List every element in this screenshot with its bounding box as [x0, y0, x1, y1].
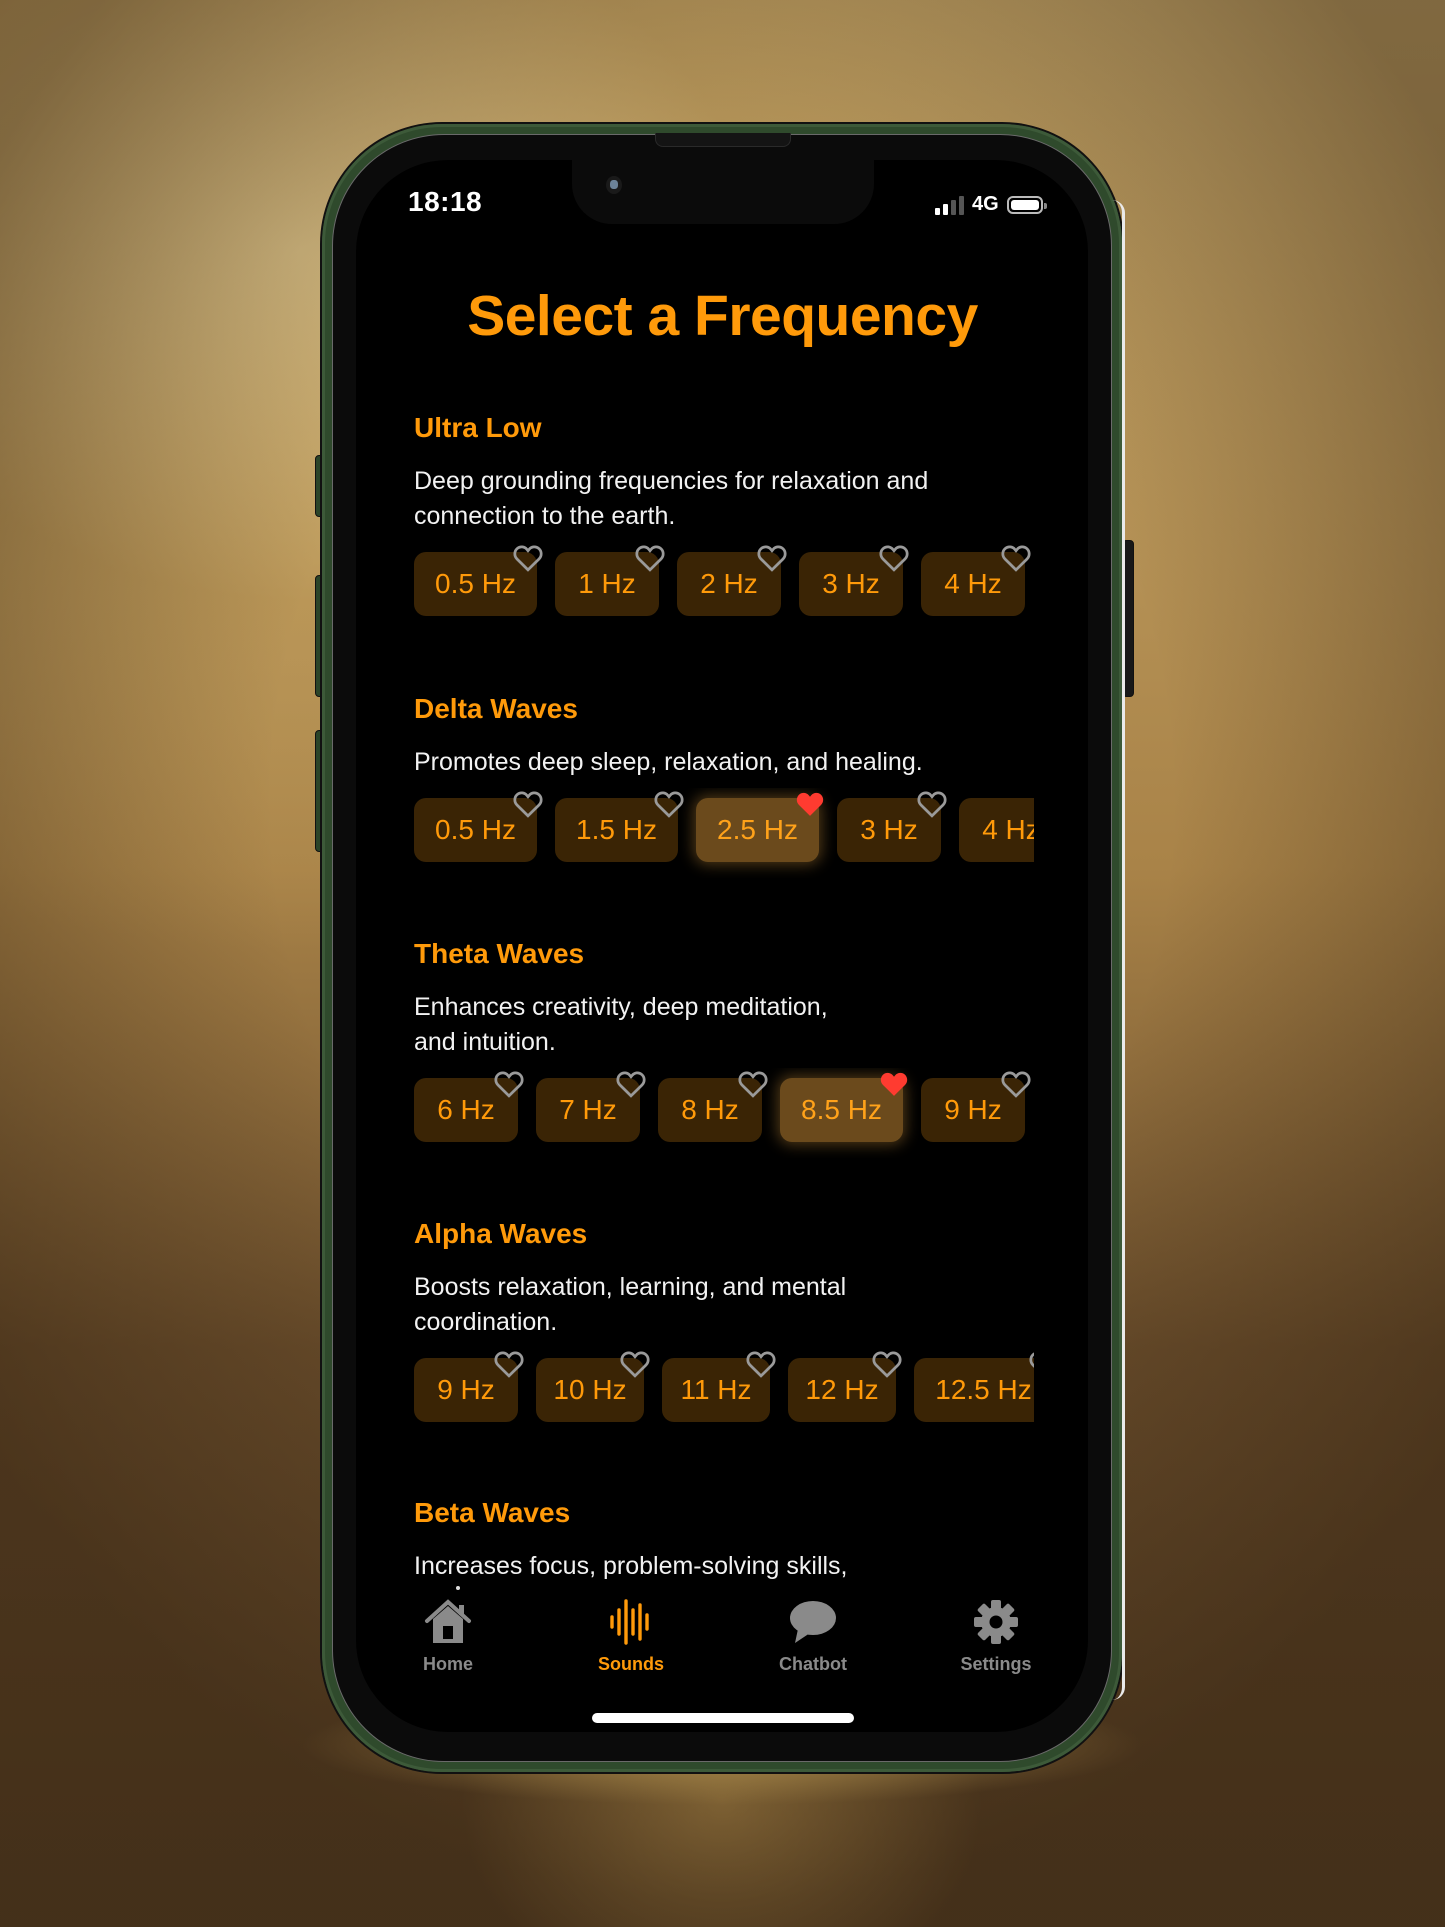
heart-outline-icon[interactable] [917, 790, 947, 818]
frequency-chip-row[interactable]: 6 Hz 7 Hz 8 Hz 8.5 Hz 9 Hz [414, 1071, 1034, 1148]
heart-outline-icon[interactable] [1001, 544, 1031, 572]
section-description: Deep grounding frequencies for relaxatio… [414, 464, 1034, 534]
frequency-label: 3 Hz [822, 568, 880, 599]
section-title: Ultra Low [414, 412, 542, 443]
heart-outline-icon[interactable] [879, 544, 909, 572]
tab-bar: Home Sounds Chatbot Settings [356, 1598, 1088, 1688]
status-indicators: 4G [935, 193, 1047, 216]
chip-scroll-area[interactable]: 0.5 Hz 1.5 Hz 2.5 Hz 3 Hz 4 Hz [414, 788, 1034, 878]
frequency-label: 7 Hz [559, 1094, 617, 1125]
frequency-label: 9 Hz [437, 1374, 495, 1405]
frequency-label: 1.5 Hz [576, 814, 657, 845]
frequency-label: 8.5 Hz [801, 1094, 882, 1125]
tab-settings[interactable]: Settings [936, 1598, 1056, 1675]
chip-scroll-area[interactable]: 0.5 Hz 1 Hz 2 Hz 3 Hz 4 Hz [414, 542, 1034, 632]
heart-outline-icon[interactable] [616, 1070, 646, 1098]
section-theta-waves: Theta Waves Enhances creativity, deep me… [414, 938, 1034, 1148]
frequency-label: 8 Hz [681, 1094, 739, 1125]
heart-outline-icon[interactable] [494, 1070, 524, 1098]
frequency-label: 9 Hz [944, 1094, 1002, 1125]
frequency-label: 0.5 Hz [435, 814, 516, 845]
frequency-chip[interactable]: 4 Hz [959, 798, 1034, 862]
frequency-label: 11 Hz [680, 1374, 752, 1405]
frequency-label: 2.5 Hz [717, 814, 798, 845]
heart-outline-icon[interactable] [1029, 1350, 1034, 1378]
section-description: Promotes deep sleep, relaxation, and hea… [414, 745, 1034, 780]
heart-outline-icon[interactable] [635, 544, 665, 572]
heart-outline-icon[interactable] [513, 544, 543, 572]
cellular-signal-icon [935, 195, 964, 215]
heart-filled-icon[interactable] [879, 1070, 909, 1098]
tab-home[interactable]: Home [388, 1598, 508, 1675]
description-line: coordination. [414, 1308, 558, 1336]
section-alpha-waves: Alpha Waves Boosts relaxation, learning,… [414, 1218, 1034, 1428]
frequency-label: 1 Hz [578, 568, 636, 599]
frequency-label: 3 Hz [860, 814, 918, 845]
frequency-chip-row[interactable]: 0.5 Hz 1 Hz 2 Hz 3 Hz 4 Hz [414, 545, 1034, 622]
description-line: Increases focus, problem-solving skills, [414, 1552, 848, 1580]
description-line: and intuition. [414, 1028, 556, 1056]
section-title: Theta Waves [414, 938, 585, 969]
gear-icon [936, 1598, 1056, 1646]
tab-label: Home [422, 1654, 473, 1674]
heart-filled-icon[interactable] [795, 790, 825, 818]
front-camera-icon [606, 176, 622, 194]
tab-chatbot[interactable]: Chatbot [753, 1598, 873, 1675]
phone-rim-highlight [1112, 200, 1125, 1700]
section-delta-waves: Delta Waves Promotes deep sleep, relaxat… [414, 693, 1034, 868]
heart-outline-icon[interactable] [513, 790, 543, 818]
section-beta-waves: Beta Waves Increases focus, problem-solv… [414, 1497, 1034, 1592]
description-line: connection to the earth. [414, 502, 676, 530]
scroll-content-peek [456, 1586, 460, 1590]
waveform-icon [571, 1598, 691, 1646]
chip-scroll-area[interactable]: 9 Hz 10 Hz 11 Hz 12 Hz 12.5 Hz [414, 1348, 1034, 1438]
frequency-label: 6 Hz [437, 1094, 495, 1125]
earpiece-speaker [655, 133, 791, 147]
frequency-label: 2 Hz [700, 568, 758, 599]
battery-icon [1006, 195, 1047, 214]
heart-outline-icon[interactable] [654, 790, 684, 818]
tab-label: Settings [960, 1654, 1032, 1674]
tab-sounds[interactable]: Sounds [571, 1598, 691, 1675]
heart-outline-icon[interactable] [872, 1350, 902, 1378]
description-line: Deep grounding frequencies for relaxatio… [414, 467, 929, 495]
frequency-label: 12.5 Hz [935, 1374, 1032, 1405]
network-type: 4G [972, 193, 999, 215]
home-indicator[interactable] [592, 1713, 854, 1723]
frequency-label: 10 Hz [553, 1374, 627, 1405]
description-line: Enhances creativity, deep meditation, [414, 993, 828, 1021]
heart-outline-icon[interactable] [620, 1350, 650, 1378]
frequency-label: 0.5 Hz [435, 568, 516, 599]
description-line: Promotes deep sleep, relaxation, and hea… [414, 748, 923, 776]
heart-outline-icon[interactable] [738, 1070, 768, 1098]
frequency-chip-row[interactable]: 0.5 Hz 1.5 Hz 2.5 Hz 3 Hz 4 Hz [414, 791, 1034, 868]
section-title: Delta Waves [414, 693, 578, 724]
status-time: 18:18 [408, 186, 483, 217]
description-line: Boosts relaxation, learning, and mental [414, 1273, 847, 1301]
section-title: Beta Waves [414, 1497, 571, 1528]
heart-outline-icon[interactable] [757, 544, 787, 572]
section-description: Boosts relaxation, learning, and mental … [414, 1270, 1034, 1340]
house-icon [388, 1598, 508, 1646]
page-title: Select a Frequency [467, 284, 978, 348]
heart-outline-icon[interactable] [746, 1350, 776, 1378]
section-title: Alpha Waves [414, 1218, 588, 1249]
heart-outline-icon[interactable] [1001, 1070, 1031, 1098]
frequency-label: 12 Hz [805, 1374, 879, 1405]
section-ultra-low: Ultra Low Deep grounding frequencies for… [414, 412, 1034, 622]
tab-label: Chatbot [779, 1654, 847, 1674]
section-description: Increases focus, problem-solving skills, [414, 1549, 1034, 1584]
frequency-chip-row[interactable]: 9 Hz 10 Hz 11 Hz 12 Hz 12.5 Hz [414, 1351, 1034, 1428]
frequency-chip[interactable]: 12.5 Hz [914, 1358, 1034, 1422]
section-description: Enhances creativity, deep meditation, an… [414, 990, 1034, 1060]
frequency-label: 4 Hz [944, 568, 1002, 599]
chip-scroll-area[interactable]: 6 Hz 7 Hz 8 Hz 8.5 Hz 9 Hz [414, 1068, 1034, 1158]
tab-label: Sounds [598, 1654, 664, 1674]
frequency-label: 4 Hz [982, 814, 1034, 845]
heart-outline-icon[interactable] [494, 1350, 524, 1378]
chat-bubble-icon [753, 1598, 873, 1646]
